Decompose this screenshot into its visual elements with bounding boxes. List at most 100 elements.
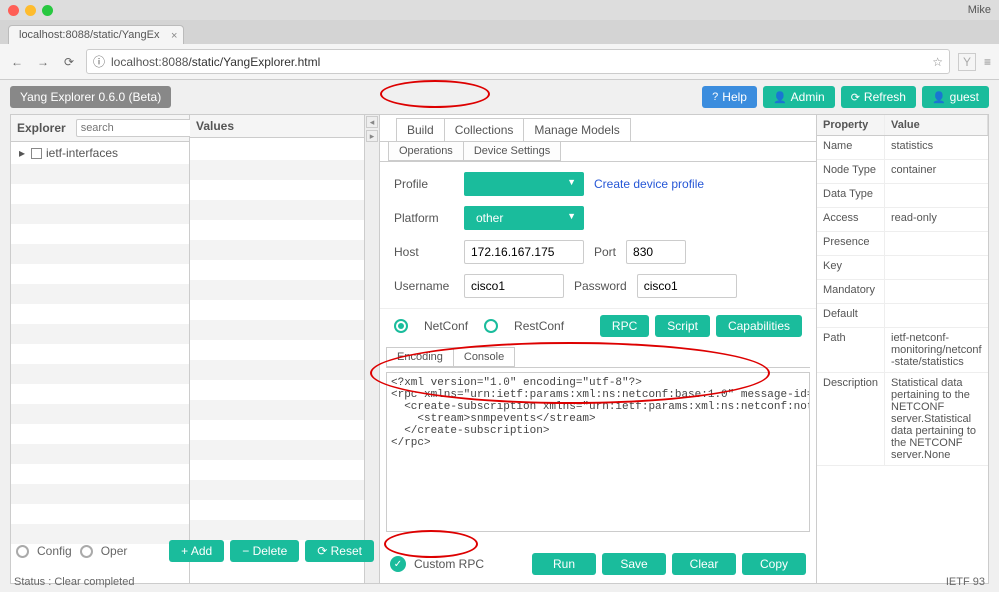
property-key: Node Type: [817, 160, 885, 183]
property-value: [885, 232, 988, 255]
restconf-radio[interactable]: [484, 319, 498, 333]
property-value: ietf-netconf-monitoring/netconf-state/st…: [885, 328, 988, 372]
property-panel: Property Value NamestatisticsNode Typeco…: [817, 114, 989, 584]
help-icon: ?: [712, 91, 718, 103]
values-panel: Values: [190, 114, 365, 584]
config-label: Config: [37, 544, 72, 558]
close-window-icon[interactable]: [8, 5, 19, 16]
values-header: Values: [190, 115, 364, 138]
port-input[interactable]: [626, 240, 686, 264]
property-key: Presence: [817, 232, 885, 255]
tab-build[interactable]: Build: [396, 118, 445, 141]
splitter-btn-1[interactable]: ◂: [366, 116, 378, 128]
property-key: Key: [817, 256, 885, 279]
tree-label: ietf-interfaces: [46, 146, 118, 160]
tree-checkbox[interactable]: [31, 148, 42, 159]
script-button[interactable]: Script: [655, 315, 710, 337]
property-value: Statistical data pertaining to the NETCO…: [885, 373, 988, 465]
star-icon[interactable]: ☆: [932, 55, 943, 69]
encoding-tabs: Encoding Console: [386, 347, 810, 368]
expand-icon[interactable]: ▸: [17, 146, 27, 160]
property-key: Access: [817, 208, 885, 231]
device-form: Profile Create device profile Platform o…: [380, 162, 816, 308]
explorer-panel: Explorer ▸ ietf-interfaces: [10, 114, 190, 584]
password-input[interactable]: [637, 274, 737, 298]
tree-item[interactable]: ▸ ietf-interfaces: [11, 142, 189, 164]
ietf-label: IETF 93: [946, 576, 985, 588]
property-key: Mandatory: [817, 280, 885, 303]
subtabs: Operations Device Settings: [380, 141, 816, 162]
add-button[interactable]: + Add: [169, 540, 224, 562]
reload-icon[interactable]: ⟳: [60, 53, 78, 71]
username-input[interactable]: [464, 274, 564, 298]
custom-rpc-checkbox[interactable]: ✓: [390, 556, 406, 572]
admin-button[interactable]: 👤Admin: [763, 86, 835, 108]
tab-manage-models[interactable]: Manage Models: [523, 118, 630, 141]
platform-label: Platform: [394, 211, 454, 225]
oper-label: Oper: [101, 544, 128, 558]
rpc-button[interactable]: RPC: [600, 315, 649, 337]
maximize-window-icon[interactable]: [42, 5, 53, 16]
profile-select[interactable]: [464, 172, 584, 196]
host-label: Host: [394, 245, 454, 259]
property-row: Node Typecontainer: [817, 160, 988, 184]
platform-select[interactable]: other: [464, 206, 584, 230]
center-tabs: Build Collections Manage Models: [380, 115, 816, 142]
url-bar[interactable]: ⓘ localhost:8088/static/YangExplorer.htm…: [86, 49, 950, 74]
property-value: read-only: [885, 208, 988, 231]
property-value: [885, 304, 988, 327]
profile-label: Profile: [394, 177, 454, 191]
info-icon: ⓘ: [93, 53, 105, 70]
center-bottom-bar: ✓ Custom RPC Run Save Clear Copy: [380, 547, 816, 581]
property-row: Key: [817, 256, 988, 280]
property-value: [885, 280, 988, 303]
menu-icon[interactable]: ≡: [984, 55, 991, 69]
values-empty-rows: [190, 160, 364, 560]
oper-radio[interactable]: [80, 545, 93, 558]
forward-icon[interactable]: →: [34, 53, 52, 71]
property-key: Name: [817, 136, 885, 159]
tab-title: localhost:8088/static/YangEx: [19, 29, 159, 41]
user-icon: 👤: [932, 91, 946, 104]
tab-console[interactable]: Console: [453, 347, 515, 367]
value-col-header: Value: [885, 115, 988, 135]
browser-chrome: Mike localhost:8088/static/YangEx × ← → …: [0, 0, 999, 80]
property-key: Description: [817, 373, 885, 465]
tab-collections[interactable]: Collections: [444, 118, 525, 141]
custom-rpc-label: Custom RPC: [414, 557, 484, 571]
xml-editor[interactable]: <?xml version="1.0" encoding="utf-8"?> <…: [386, 372, 810, 532]
netconf-radio[interactable]: [394, 319, 408, 333]
run-button[interactable]: Run: [532, 553, 596, 575]
username-label: Username: [394, 279, 454, 293]
subtab-operations[interactable]: Operations: [388, 141, 464, 161]
tab-encoding[interactable]: Encoding: [386, 347, 454, 367]
delete-button[interactable]: − Delete: [230, 540, 299, 562]
copy-button[interactable]: Copy: [742, 553, 806, 575]
save-button[interactable]: Save: [602, 553, 666, 575]
clear-button[interactable]: Clear: [672, 553, 736, 575]
password-label: Password: [574, 279, 627, 293]
property-row: Pathietf-netconf-monitoring/netconf-stat…: [817, 328, 988, 373]
yandex-icon[interactable]: Y: [958, 53, 976, 71]
minimize-window-icon[interactable]: [25, 5, 36, 16]
property-value: statistics: [885, 136, 988, 159]
url-text: localhost:8088/static/YangExplorer.html: [111, 55, 320, 69]
close-tab-icon[interactable]: ×: [171, 30, 177, 42]
guest-button[interactable]: 👤guest: [922, 86, 989, 108]
explorer-title: Explorer: [17, 121, 66, 135]
subtab-device-settings[interactable]: Device Settings: [463, 141, 561, 161]
refresh-button[interactable]: ⟳Refresh: [841, 86, 916, 108]
splitter[interactable]: ◂ ▸: [365, 114, 379, 584]
create-profile-link[interactable]: Create device profile: [594, 177, 704, 191]
tree-empty-rows: [11, 164, 189, 564]
property-key: Default: [817, 304, 885, 327]
reset-button[interactable]: ⟳ Reset: [305, 540, 374, 562]
host-input[interactable]: [464, 240, 584, 264]
splitter-btn-2[interactable]: ▸: [366, 130, 378, 142]
capabilities-button[interactable]: Capabilities: [716, 315, 802, 337]
config-radio[interactable]: [16, 545, 29, 558]
app-area: Yang Explorer 0.6.0 (Beta) ?Help 👤Admin …: [0, 80, 999, 584]
back-icon[interactable]: ←: [8, 53, 26, 71]
browser-tab[interactable]: localhost:8088/static/YangEx ×: [8, 25, 184, 44]
help-button[interactable]: ?Help: [702, 86, 757, 108]
